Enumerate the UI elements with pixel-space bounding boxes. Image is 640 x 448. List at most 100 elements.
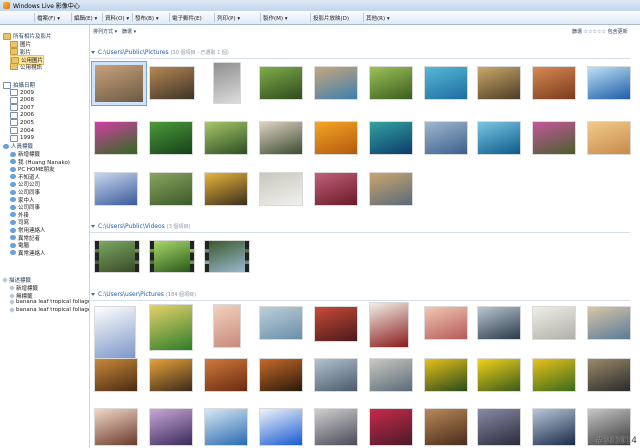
photo-thumbnail[interactable] xyxy=(205,409,247,445)
photo-thumbnail[interactable] xyxy=(315,173,357,205)
menu-item-4[interactable]: 發布(B) ▾ xyxy=(135,14,159,22)
photo-thumbnail[interactable] xyxy=(260,359,302,391)
title-bar: Windows Live 影像中心 xyxy=(0,0,640,11)
gallery-section-header[interactable]: C:\Users\user\Pictures (184 個項目) xyxy=(90,291,640,301)
photo-thumbnail[interactable] xyxy=(315,122,357,154)
photo-thumbnail[interactable] xyxy=(533,359,575,391)
photo-thumbnail[interactable] xyxy=(370,409,412,445)
photo-thumbnail[interactable] xyxy=(260,173,302,205)
menu-item-1[interactable]: 檔案(F) ▾ xyxy=(37,14,60,22)
sidebar-item[interactable]: 1999 xyxy=(10,134,34,142)
video-thumbnail[interactable] xyxy=(95,241,139,272)
photo-thumbnail[interactable] xyxy=(260,122,302,154)
photo-thumbnail[interactable] xyxy=(260,67,302,99)
menu-item-2[interactable]: 編輯(E) ▾ xyxy=(74,14,97,22)
photo-thumbnail[interactable] xyxy=(205,122,247,154)
photo-thumbnail[interactable] xyxy=(150,409,192,445)
gallery-section-header[interactable]: C:\Users\Public\Videos (3 個項目) xyxy=(90,223,640,233)
photo-thumbnail[interactable] xyxy=(260,307,302,339)
menu-item-5[interactable]: 電子郵件(E) xyxy=(172,14,202,22)
photo-thumbnail[interactable] xyxy=(425,359,467,391)
photo-thumbnail[interactable] xyxy=(205,359,247,391)
photo-thumbnail[interactable] xyxy=(214,305,240,347)
photo-thumbnail[interactable] xyxy=(315,307,357,341)
folder-path: C:\Users\Public\Videos (3 個項目) xyxy=(98,223,190,230)
photo-thumbnail[interactable] xyxy=(478,122,520,154)
photo-thumbnail[interactable] xyxy=(370,122,412,154)
photo-thumbnail[interactable] xyxy=(425,307,467,339)
menu-item-8[interactable]: 投影片放映(D) xyxy=(313,14,349,22)
item-count: (3 個項目) xyxy=(166,224,191,230)
rating-filter[interactable]: 篩選 ☆☆☆☆☆ 包含更新 xyxy=(572,28,628,35)
menu-item-3[interactable]: 資料(O) ▾ xyxy=(105,14,129,22)
photo-thumbnail[interactable] xyxy=(95,307,135,367)
photo-thumbnail[interactable] xyxy=(95,359,137,391)
photo-thumbnail[interactable] xyxy=(533,409,575,445)
sidebar-item[interactable]: 公用視訊 xyxy=(10,63,42,71)
video-thumbnail[interactable] xyxy=(150,241,194,272)
sidebar-item[interactable]: 2005 xyxy=(10,119,34,127)
photo-thumbnail[interactable] xyxy=(315,67,357,99)
photo-thumbnail[interactable] xyxy=(425,67,467,99)
photo-thumbnail[interactable] xyxy=(315,359,357,391)
photo-thumbnail[interactable] xyxy=(588,359,630,391)
person-icon xyxy=(10,151,16,157)
sidebar-item[interactable]: 2007 xyxy=(10,104,34,112)
gallery-section-header[interactable]: C:\Users\Public\Pictures (30 個項目 - 已選取 1 … xyxy=(90,49,640,59)
collapse-icon[interactable] xyxy=(91,225,95,228)
photo-thumbnail[interactable] xyxy=(478,307,520,339)
photo-thumbnail[interactable] xyxy=(370,173,412,205)
photo-thumbnail[interactable] xyxy=(95,409,137,445)
photo-thumbnail[interactable] xyxy=(533,122,575,154)
photo-thumbnail[interactable] xyxy=(150,305,192,350)
photo-thumbnail[interactable] xyxy=(478,67,520,99)
sidebar-item[interactable]: 2006 xyxy=(10,111,34,119)
photo-thumbnail[interactable] xyxy=(205,173,247,205)
photo-thumbnail[interactable] xyxy=(150,173,192,205)
photo-thumbnail[interactable] xyxy=(588,307,630,339)
photo-thumbnail[interactable] xyxy=(150,122,192,154)
photo-thumbnail[interactable] xyxy=(95,122,137,154)
photo-thumbnail[interactable] xyxy=(370,359,412,391)
photo-thumbnail[interactable] xyxy=(214,63,240,103)
sidebar-item[interactable]: banana leaf tropical foliage xyxy=(9,299,89,306)
menu-item-7[interactable]: 製作(M) ▾ xyxy=(263,14,288,22)
photo-thumbnail[interactable] xyxy=(533,67,575,99)
person-icon xyxy=(10,166,16,172)
calendar-icon xyxy=(10,119,18,127)
sidebar-group-1[interactable]: 所有相片及影片 xyxy=(3,32,52,40)
sidebar-item[interactable]: 2009 xyxy=(10,89,34,96)
photo-thumbnail[interactable] xyxy=(95,65,143,102)
tag-icon xyxy=(9,299,15,306)
photo-thumbnail[interactable] xyxy=(370,303,408,347)
photo-thumbnail[interactable] xyxy=(315,409,357,445)
photo-thumbnail[interactable] xyxy=(478,359,520,391)
sidebar-item-label: 1999 xyxy=(20,135,34,142)
filter-button[interactable]: 篩選 ▾ xyxy=(122,28,136,35)
sidebar-item[interactable]: 異常連絡人 xyxy=(10,249,46,257)
menu-item-6[interactable]: 列印(P) ▾ xyxy=(217,14,240,22)
sidebar-item[interactable]: 2004 xyxy=(10,127,34,134)
sidebar-item[interactable]: banana leaf tropical foliage xyxy=(9,307,89,313)
photo-thumbnail[interactable] xyxy=(150,359,192,391)
sidebar-group-2[interactable]: 拍攝日期 xyxy=(3,81,35,89)
video-thumbnail[interactable] xyxy=(205,241,249,272)
sidebar-item[interactable]: 2008 xyxy=(10,96,34,104)
photo-thumbnail[interactable] xyxy=(425,409,467,445)
photo-thumbnail[interactable] xyxy=(588,122,630,154)
photo-thumbnail[interactable] xyxy=(478,409,520,445)
sidebar-group-3[interactable]: 人員標籤 xyxy=(3,142,33,150)
photo-thumbnail[interactable] xyxy=(95,173,137,205)
sort-button[interactable]: 排列方式 ▾ xyxy=(93,28,117,35)
photo-thumbnail[interactable] xyxy=(370,67,412,99)
photo-thumbnail[interactable] xyxy=(533,307,575,339)
collapse-icon[interactable] xyxy=(91,51,95,54)
photo-thumbnail[interactable] xyxy=(260,409,302,445)
app-logo-icon xyxy=(3,2,10,9)
photo-thumbnail[interactable] xyxy=(150,67,194,99)
menu-item-9[interactable]: 其他(R) ▾ xyxy=(366,14,390,22)
collapse-icon[interactable] xyxy=(91,293,95,296)
sidebar-group-4[interactable]: 描述標籤 xyxy=(2,276,31,284)
photo-thumbnail[interactable] xyxy=(425,122,467,154)
photo-thumbnail[interactable] xyxy=(588,67,630,99)
